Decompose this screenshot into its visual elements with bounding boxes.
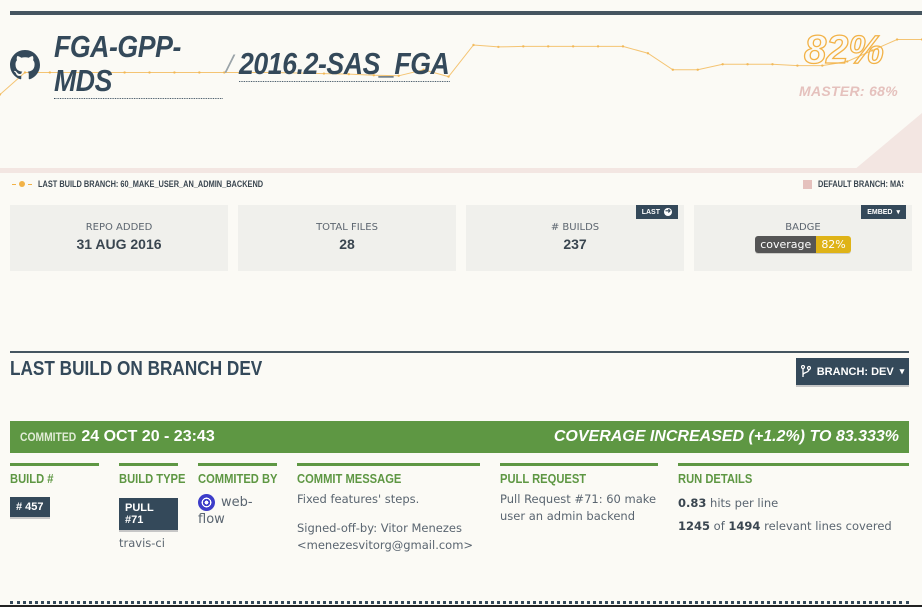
bottom-dotted-divider [10,601,909,604]
default-branch-label: DEFAULT BRANCH: MASTER [818,179,903,189]
git-branch-icon [800,365,811,377]
stat-value: 28 [339,236,355,252]
build-status-bar: COMMITED 24 OCT 20 - 23:43 COVERAGE INCR… [10,421,909,453]
stats-row: REPO ADDED 31 AUG 2016 TOTAL FILES 28 LA… [10,205,912,271]
sparkline-point [646,52,650,55]
hits-per-line: 0.83 hits per line [678,495,909,512]
commited-label: COMMITED [20,430,77,444]
github-icon [10,49,40,79]
arrow-right-circle-icon: ➜ [664,208,672,216]
square-swatch-icon [803,179,812,189]
col-header: BUILD TYPE [119,471,186,486]
col-commited-by: COMMITED BY web-flow [198,463,278,528]
embed-button[interactable]: EMBED ▾ [861,205,906,219]
sparkline-point [671,68,675,71]
hero-corner-decoration [854,113,922,170]
of-label: of [713,519,725,533]
branch-dropdown-label: BRANCH: DEV [816,365,894,378]
col-run-details: RUN DETAILS 0.83 hits per line 1245 of 1… [678,463,909,535]
stat-label: REPO ADDED [85,222,153,233]
stat-label: BADGE [785,222,821,233]
coverage-badge[interactable]: coverage 82% [755,236,851,253]
repo-separator: / [226,52,234,77]
badge-left: coverage [755,236,817,253]
badge-right: 82% [816,236,851,253]
sparkline-point [895,38,899,41]
col-commit-message: COMMIT MESSAGE Fixed features' steps. Si… [297,463,480,554]
stat-badge: EMBED ▾ BADGE coverage 82% [694,205,912,271]
embed-button-label: EMBED [867,208,893,216]
sparkline-point [746,63,749,66]
default-branch-legend: DEFAULT BRANCH: MASTER [803,179,922,189]
sparkline-point [796,64,799,67]
col-header: PULL REQUEST [500,471,587,486]
col-header: COMMITED BY [198,471,278,486]
last-build-branch-legend: LAST BUILD BRANCH: 60_MAKE_USER_AN_ADMIN… [12,179,313,189]
master-coverage: MASTER: 68% [799,83,898,99]
lines-label: relevant lines covered [764,519,892,533]
sparkline-point [696,68,699,71]
build-number-link[interactable]: # 457 [10,497,50,517]
stat-builds: LAST ➜ # BUILDS 237 [466,205,684,271]
sparkline-point [571,45,575,48]
repo-name-link[interactable]: 2016.2-SAS_FGA [239,47,450,82]
ci-service: travis-ci [119,536,165,550]
sparkline-point [547,45,550,48]
covered-value: 1245 [678,519,711,533]
section-rule [10,351,909,353]
commited-date: 24 OCT 20 - 23:43 [81,428,215,445]
last-build-title: LAST BUILD ON BRANCH DEV [10,358,263,380]
sparkline-point [621,45,625,48]
col-build-type: BUILD TYPE PULL #71 travis-ci [119,463,186,552]
pull-request-link[interactable]: PULL #71 [119,498,178,530]
hero-divider [0,168,922,173]
repo-owner-link[interactable]: FGA-GPP-MDS [54,30,223,99]
stat-repo-added: REPO ADDED 31 AUG 2016 [10,205,228,271]
stat-label: TOTAL FILES [316,222,378,233]
coverage-change: COVERAGE INCREASED (+1.2%) TO 83.333% [553,428,899,445]
stat-total-files: TOTAL FILES 28 [238,205,456,271]
col-header: COMMIT MESSAGE [297,471,402,486]
top-rule [10,11,922,15]
sparkline-point [497,45,500,49]
caret-down-icon: ▾ [896,209,900,216]
caret-down-icon: ▾ [899,366,905,376]
sparkline-point [596,45,600,48]
col-header: RUN DETAILS [678,471,753,486]
branch-dropdown[interactable]: BRANCH: DEV ▾ [796,358,909,385]
stat-value: 237 [563,236,587,252]
hits-label: hits per line [710,496,779,510]
coverage-percentage: 82% [803,27,884,72]
repo-title: FGA-GPP-MDS / 2016.2-SAS_FGA [10,30,484,99]
stat-value: 31 AUG 2016 [76,236,162,252]
commit-message-line2: Signed-off-by: Vitor Menezes [297,521,462,535]
col-pull-request: PULL REQUEST Pull Request #71: 60 make u… [500,463,658,525]
sparkline-point [522,45,525,48]
sparkline-point [721,63,724,66]
stat-label: # BUILDS [550,222,600,233]
col-header: BUILD # [10,471,54,486]
last-build-button-label: LAST [641,208,660,216]
pull-request-title: Pull Request #71: 60 make user an admin … [500,492,657,523]
line-dot-icon [12,181,32,187]
commit-message-line3: <menezesvitorg@gmail.com> [297,538,474,552]
last-build-branch-label: LAST BUILD BRANCH: 60_MAKE_USER_AN_ADMIN… [38,179,264,189]
hits-value: 0.83 [678,496,707,510]
relevant-value: 1494 [728,519,761,533]
commit-message-line1: Fixed features' steps. [297,492,420,506]
sparkline-point [771,63,774,66]
last-build-button[interactable]: LAST ➜ [635,205,678,219]
lines-covered: 1245 of 1494 relevant lines covered [678,518,909,535]
col-build-number: BUILD # # 457 [10,463,99,517]
user-avatar [198,494,215,511]
